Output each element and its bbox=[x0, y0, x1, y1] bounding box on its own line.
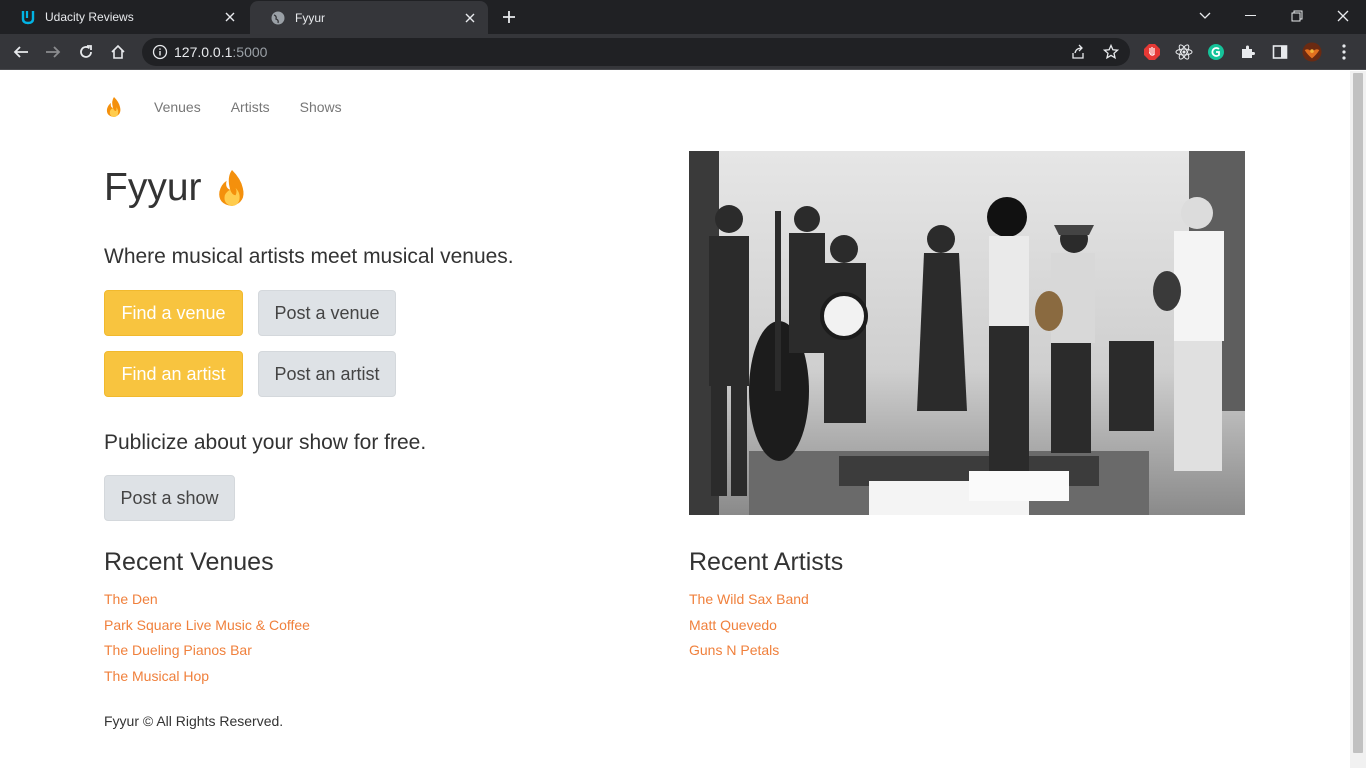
tab-title: Udacity Reviews bbox=[45, 10, 134, 24]
tab-strip: Udacity Reviews Fyyur bbox=[0, 0, 1366, 34]
page-title: Fyyur bbox=[104, 166, 250, 210]
tab-close-icon[interactable] bbox=[462, 10, 478, 26]
list-item[interactable]: Park Square Live Music & Coffee bbox=[104, 617, 310, 643]
hero-lead: Where musical artists meet musical venue… bbox=[104, 245, 514, 268]
recent-venues-title: Recent Venues bbox=[104, 548, 274, 576]
profile-avatar[interactable] bbox=[1302, 42, 1322, 62]
new-tab-icon[interactable] bbox=[500, 8, 518, 26]
minimize-icon[interactable] bbox=[1228, 0, 1274, 32]
url-host: 127.0.0.1 bbox=[174, 44, 233, 60]
recent-artists-title: Recent Artists bbox=[689, 548, 844, 576]
find-venue-button[interactable]: Find a venue bbox=[104, 290, 243, 336]
nav-shows[interactable]: Shows bbox=[300, 99, 342, 115]
grammarly-icon[interactable] bbox=[1206, 42, 1226, 62]
recent-venues-list: The Den Park Square Live Music & Coffee … bbox=[104, 591, 310, 693]
list-item[interactable]: The Dueling Pianos Bar bbox=[104, 642, 310, 668]
back-arrow-icon[interactable] bbox=[10, 41, 32, 63]
tab-close-icon[interactable] bbox=[222, 9, 238, 25]
home-icon[interactable] bbox=[107, 41, 129, 63]
browser-toolbar: 127.0.0.1:5000 bbox=[0, 34, 1366, 70]
hero-band-photo bbox=[689, 151, 1245, 515]
url-port: :5000 bbox=[232, 44, 268, 60]
forward-arrow-icon[interactable] bbox=[42, 41, 64, 63]
url-text: 127.0.0.1:5000 bbox=[174, 44, 267, 60]
nav-artists[interactable]: Artists bbox=[231, 99, 270, 115]
list-item[interactable]: The Den bbox=[104, 591, 310, 617]
tab-title: Fyyur bbox=[295, 10, 325, 25]
scrollbar-thumb[interactable] bbox=[1353, 73, 1363, 753]
restore-icon[interactable] bbox=[1274, 0, 1320, 32]
tab-search-chevron-down-icon[interactable] bbox=[1182, 0, 1228, 32]
fire-logo-icon[interactable] bbox=[104, 96, 124, 118]
list-item[interactable]: The Musical Hop bbox=[104, 668, 310, 694]
publicize-text: Publicize about your show for free. bbox=[104, 431, 427, 454]
footer-copyright: Fyyur © All Rights Reserved. bbox=[104, 713, 284, 729]
nav-venues[interactable]: Venues bbox=[154, 99, 201, 115]
address-bar[interactable]: 127.0.0.1:5000 bbox=[142, 38, 1130, 66]
close-window-icon[interactable] bbox=[1320, 0, 1366, 32]
kebab-menu-icon[interactable] bbox=[1334, 42, 1354, 62]
post-venue-button[interactable]: Post a venue bbox=[258, 290, 396, 336]
post-artist-button[interactable]: Post an artist bbox=[258, 351, 396, 397]
share-icon[interactable] bbox=[1070, 44, 1086, 60]
vertical-scrollbar[interactable] bbox=[1350, 71, 1366, 768]
bookmark-star-icon[interactable] bbox=[1103, 44, 1119, 60]
find-artist-button[interactable]: Find an artist bbox=[104, 351, 243, 397]
page-viewport: Venues Artists Shows Fyyur Where musical… bbox=[0, 71, 1350, 768]
fire-emoji-icon bbox=[214, 167, 250, 209]
recent-artists-list: The Wild Sax Band Matt Quevedo Guns N Pe… bbox=[689, 591, 809, 668]
react-devtools-icon[interactable] bbox=[1174, 42, 1194, 62]
reload-icon[interactable] bbox=[75, 41, 97, 63]
list-item[interactable]: Guns N Petals bbox=[689, 642, 809, 668]
globe-icon bbox=[270, 10, 286, 26]
extensions-puzzle-icon[interactable] bbox=[1238, 42, 1258, 62]
post-show-button[interactable]: Post a show bbox=[104, 475, 235, 521]
list-item[interactable]: Matt Quevedo bbox=[689, 617, 809, 643]
info-icon[interactable] bbox=[152, 44, 168, 60]
udacity-logo-icon bbox=[20, 9, 36, 25]
side-panel-icon[interactable] bbox=[1270, 42, 1290, 62]
adblock-extension-icon[interactable] bbox=[1142, 42, 1162, 62]
page-title-text: Fyyur bbox=[104, 166, 202, 209]
tab-fyyur[interactable]: Fyyur bbox=[250, 1, 488, 34]
site-navbar: Venues Artists Shows bbox=[104, 95, 372, 119]
list-item[interactable]: The Wild Sax Band bbox=[689, 591, 809, 617]
tab-udacity-reviews[interactable]: Udacity Reviews bbox=[0, 0, 248, 34]
